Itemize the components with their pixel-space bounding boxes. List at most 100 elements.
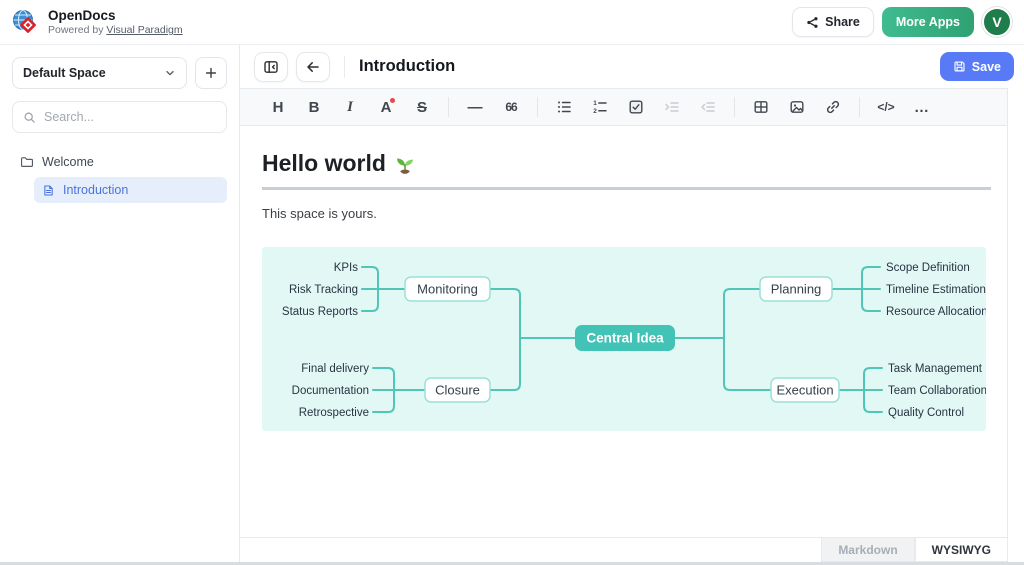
toolbar-divider [537, 97, 538, 117]
mindmap-leaf: Task Management [888, 363, 983, 375]
mindmap-leaf: Timeline Estimation [886, 284, 986, 296]
folder-icon [20, 155, 34, 169]
strikethrough-icon: S [417, 99, 427, 116]
horizontal-rule-button[interactable]: — [459, 93, 491, 121]
page-title: Introduction [359, 57, 455, 76]
bullet-list-icon [556, 99, 572, 115]
ordered-list-icon: 12 [592, 99, 608, 115]
svg-text:1: 1 [593, 100, 597, 107]
indent-button [656, 93, 688, 121]
table-button[interactable] [745, 93, 777, 121]
indent-icon [664, 99, 680, 115]
mindmap-leaf: Final delivery [301, 363, 369, 375]
user-avatar[interactable]: V [982, 7, 1012, 37]
toggle-sidebar-button[interactable] [254, 52, 288, 82]
bullet-list-button[interactable] [548, 93, 580, 121]
top-header: OpenDocs Powered by Visual Paradigm [0, 0, 1024, 45]
image-icon [789, 99, 805, 115]
document-content[interactable]: Hello world This space is yours. [240, 126, 1007, 537]
share-icon [806, 16, 819, 29]
mindmap-node-monitoring: Monitoring [417, 282, 478, 297]
mindmap-leaf: Risk Tracking [289, 284, 358, 296]
chevron-down-icon [164, 67, 176, 79]
mindmap-leaf: Quality Control [888, 407, 964, 419]
save-button[interactable]: Save [940, 52, 1014, 81]
save-icon [953, 60, 966, 73]
code-icon: </> [877, 100, 894, 114]
share-button[interactable]: Share [792, 7, 874, 37]
doc-heading[interactable]: Hello world [262, 150, 991, 177]
heading-button[interactable]: H [262, 93, 294, 121]
blockquote-button[interactable]: 66 [495, 93, 527, 121]
mindmap-leaf: Scope Definition [886, 262, 970, 274]
italic-button[interactable]: I [334, 93, 366, 121]
sidebar: Default Space [0, 45, 240, 562]
font-color-dot [390, 98, 395, 103]
mindmap-leaf: Retrospective [299, 407, 369, 419]
mindmap-center-node: Central Idea [575, 325, 675, 351]
panel-toggle-icon [263, 59, 279, 75]
heading-rule [262, 187, 991, 190]
ellipsis-icon: … [914, 99, 930, 116]
link-button[interactable] [817, 93, 849, 121]
tree-item-introduction[interactable]: Introduction [34, 177, 227, 203]
doc-paragraph[interactable]: This space is yours. [262, 206, 991, 221]
mindmap-leaf: KPIs [334, 262, 359, 274]
task-list-button[interactable] [620, 93, 652, 121]
link-icon [825, 99, 841, 115]
table-icon [753, 99, 769, 115]
visual-paradigm-link[interactable]: Visual Paradigm [106, 24, 182, 36]
tab-wysiwyg[interactable]: WYSIWYG [915, 538, 1008, 562]
add-space-button[interactable] [195, 57, 227, 89]
seedling-emoji-icon [394, 153, 416, 175]
mindmap-leaf: Status Reports [282, 306, 358, 318]
mindmap-node-planning: Planning [771, 282, 822, 297]
more-apps-button[interactable]: More Apps [882, 7, 974, 37]
task-list-icon [628, 99, 644, 115]
back-button[interactable] [296, 52, 330, 82]
image-button[interactable] [781, 93, 813, 121]
search-box [12, 101, 227, 133]
heading-icon: H [273, 99, 284, 116]
ordered-list-button[interactable]: 12 [584, 93, 616, 121]
toolbar-divider [448, 97, 449, 117]
search-icon [23, 111, 36, 124]
italic-icon: I [347, 99, 353, 116]
powered-by: Powered by Visual Paradigm [48, 24, 183, 36]
outdent-button [692, 93, 724, 121]
tab-markdown[interactable]: Markdown [821, 538, 914, 562]
svg-text:2: 2 [593, 108, 597, 115]
opendocs-app: OpenDocs Powered by Visual Paradigm [0, 0, 1024, 565]
tree-item-welcome[interactable]: Welcome [12, 149, 227, 175]
formatting-toolbar: H B I A S — 66 12 [240, 88, 1007, 126]
horizontal-rule-icon: — [468, 99, 483, 116]
mindmap-node-execution: Execution [776, 383, 833, 398]
mindmap-leaf: Team Collaboration [888, 385, 986, 397]
page-tree: Welcome Introduction [12, 149, 227, 203]
mindmap-node-closure: Closure [435, 383, 480, 398]
mindmap-leaf: Documentation [292, 385, 369, 397]
document-icon [42, 184, 55, 197]
blockquote-icon: 66 [505, 100, 516, 114]
app-logo-icon [10, 7, 40, 37]
editor-mode-footer: Markdown WYSIWYG [240, 537, 1008, 562]
bold-button[interactable]: B [298, 93, 330, 121]
app-title: OpenDocs [48, 8, 183, 24]
space-selector[interactable]: Default Space [12, 57, 187, 89]
plus-icon [204, 66, 218, 80]
bold-icon: B [309, 99, 320, 116]
editor-region: H B I A S — 66 12 [240, 88, 1008, 537]
strikethrough-button[interactable]: S [406, 93, 438, 121]
toolbar-divider [734, 97, 735, 117]
code-button[interactable]: </> [870, 93, 902, 121]
brand: OpenDocs Powered by Visual Paradigm [10, 7, 183, 37]
mindmap-leaf: Resource Allocation [886, 306, 986, 318]
back-arrow-icon [305, 59, 321, 75]
outdent-icon [700, 99, 716, 115]
header-divider [344, 56, 345, 78]
mindmap-diagram[interactable]: Monitoring Closure Planning Execution [262, 247, 986, 431]
svg-text:Central Idea: Central Idea [586, 331, 664, 346]
font-color-button[interactable]: A [370, 93, 402, 121]
search-input[interactable] [44, 110, 216, 124]
more-tools-button[interactable]: … [906, 93, 938, 121]
